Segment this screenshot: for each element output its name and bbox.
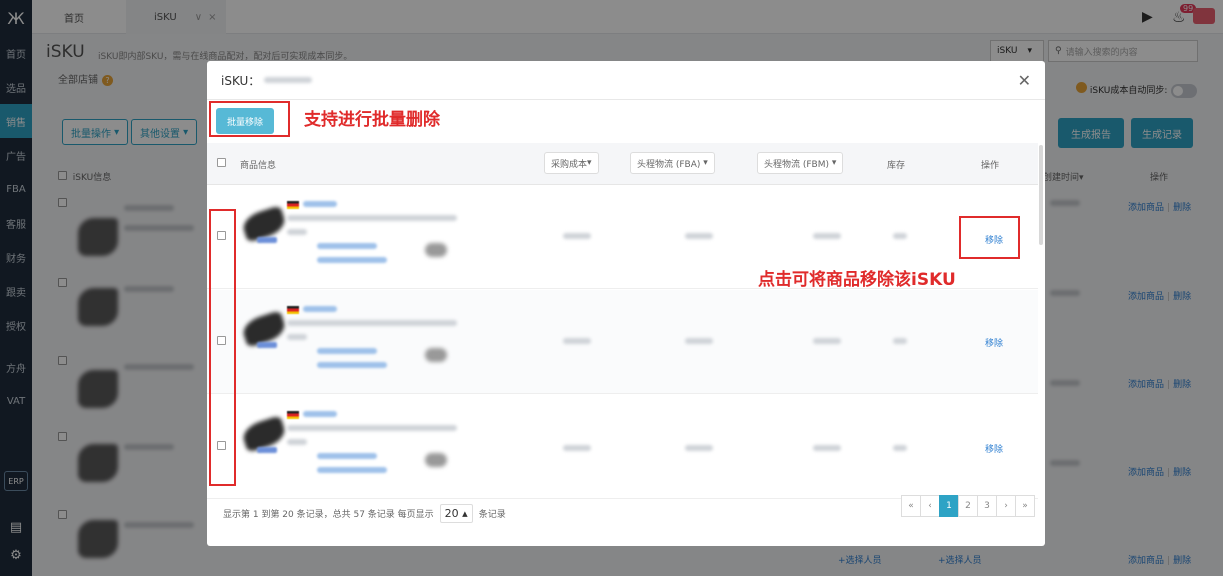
col-first-leg-fba-label: 头程物流 (FBA): [637, 159, 701, 170]
store-tag: [257, 342, 277, 348]
col-stock: 库存: [887, 161, 906, 171]
highlight-row-checkboxes: [209, 209, 236, 486]
annotation-remove-item: 点击可将商品移除该iSKU: [758, 270, 956, 290]
divider: [207, 99, 1045, 100]
status-badge: [425, 348, 447, 362]
highlight-remove-link: [959, 216, 1020, 259]
pagination-summary: 显示第 1 到第 20 条记录，总共 57 条记录 每页显示 20 ▴ 条记录: [223, 504, 506, 523]
modal-title: iSKU：: [221, 72, 313, 89]
pagination: « ‹ 1 2 3 › »: [901, 495, 1035, 517]
store-tag: [257, 237, 277, 243]
col-first-leg-fbm[interactable]: 头程物流 (FBM) ▾: [757, 152, 844, 174]
col-first-leg-fba[interactable]: 头程物流 (FBA) ▾: [630, 152, 715, 174]
prev-page-button[interactable]: ‹: [920, 495, 940, 517]
scrollbar[interactable]: [1039, 145, 1043, 245]
store-tag: [257, 447, 277, 453]
col-product-info: 商品信息: [240, 161, 277, 171]
page-size-value: 20: [444, 507, 459, 520]
status-badge: [425, 453, 447, 467]
col-first-leg-fbm-label: 头程物流 (FBM): [764, 159, 829, 170]
first-page-button[interactable]: «: [901, 495, 921, 517]
annotation-bulk-delete: 支持进行批量删除: [304, 110, 440, 130]
pagination-suffix: 条记录: [478, 510, 506, 520]
next-page-button[interactable]: ›: [996, 495, 1016, 517]
col-action: 操作: [981, 161, 1000, 171]
table-row: 移除: [207, 290, 1038, 394]
select-all-checkbox[interactable]: [217, 158, 226, 167]
remove-link[interactable]: 移除: [985, 442, 1003, 455]
highlight-bulk-remove: [209, 101, 290, 137]
close-icon[interactable]: ✕: [1018, 71, 1031, 90]
page-2-button[interactable]: 2: [958, 495, 978, 517]
status-badge: [425, 243, 447, 257]
isku-modal: iSKU： ✕ 批量移除 商品信息 采购成本 ▾ 头程物流 (FBA) ▾ 头程物…: [207, 61, 1045, 546]
flag-icon: [287, 306, 299, 314]
page-3-button[interactable]: 3: [977, 495, 997, 517]
col-purchase-cost[interactable]: 采购成本 ▾: [544, 152, 599, 174]
col-purchase-cost-label: 采购成本: [551, 159, 588, 170]
page-size-select[interactable]: 20 ▴: [439, 504, 473, 523]
page-1-button[interactable]: 1: [939, 495, 959, 517]
modal-table-header: 商品信息 采购成本 ▾ 头程物流 (FBA) ▾ 头程物流 (FBM) ▾ 库存 …: [207, 143, 1038, 185]
last-page-button[interactable]: »: [1015, 495, 1035, 517]
flag-icon: [287, 201, 299, 209]
pagination-summary-text: 显示第 1 到第 20 条记录，总共 57 条记录 每页显示: [223, 510, 434, 520]
remove-link[interactable]: 移除: [985, 336, 1003, 349]
table-row: 移除: [207, 395, 1038, 499]
flag-icon: [287, 411, 299, 419]
modal-title-label: iSKU：: [221, 74, 261, 88]
